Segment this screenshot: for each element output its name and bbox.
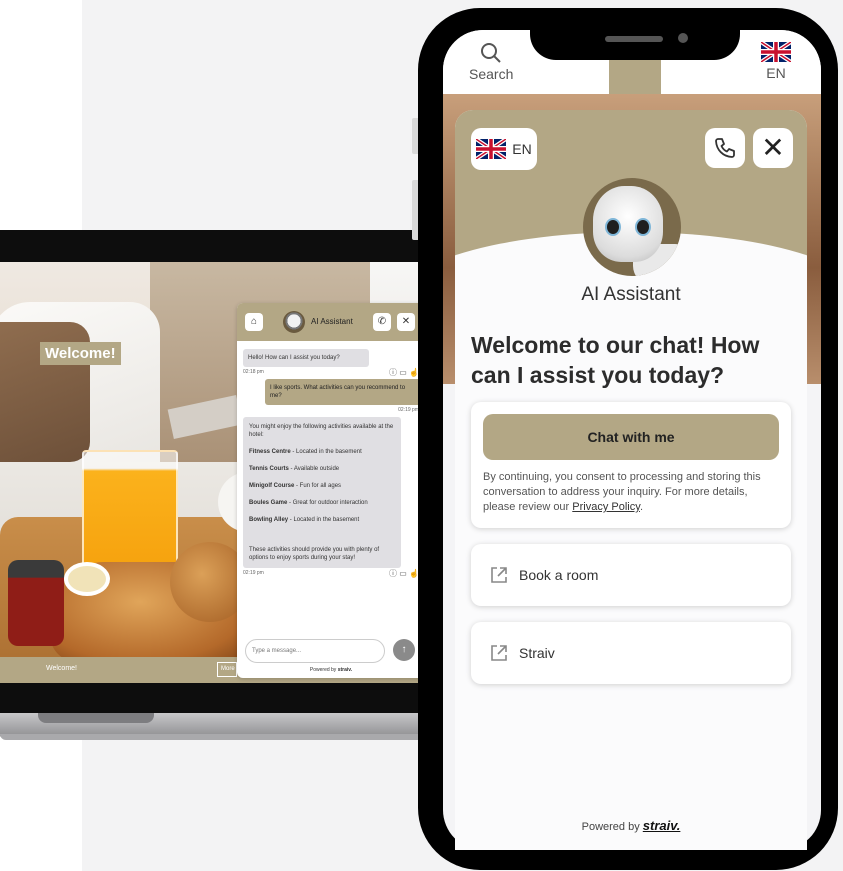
activity-name: Bowling Alley: [249, 517, 289, 523]
welcome-heading: Welcome to our chat! How can I assist yo…: [471, 332, 760, 388]
message-time: 02:19 pm: [398, 407, 419, 413]
activity-item: Fitness Centre - Located in the basement: [249, 448, 395, 456]
site-search-button[interactable]: Search: [469, 42, 513, 82]
message-time-text: 02:18 pm: [243, 369, 264, 375]
chat-welcome-modal: EN ✕ AI Assistant Welcome to our chat! H…: [455, 110, 807, 850]
activity-item: Boules Game - Great for outdoor interact…: [249, 499, 395, 507]
mini-chat-title: AI Assistant: [311, 317, 353, 326]
phone-icon: [715, 138, 735, 158]
phone-icon[interactable]: ✆: [373, 313, 391, 331]
powered-by: Powered by straiv.: [455, 818, 807, 833]
chat-start-card: Chat with me By continuing, you consent …: [471, 402, 791, 528]
search-icon: [481, 43, 501, 63]
chat-with-me-button[interactable]: Chat with me: [483, 414, 779, 460]
assistant-avatar: [583, 178, 681, 276]
close-icon: ✕: [761, 132, 785, 163]
front-camera: [678, 33, 688, 43]
privacy-policy-link[interactable]: Privacy Policy: [572, 501, 640, 513]
butter-dish: [64, 562, 110, 596]
bot-message: Hello! How can I assist you today?: [243, 349, 369, 367]
book-room-label: Book a room: [519, 567, 599, 583]
brand-logo[interactable]: straiv.: [643, 818, 681, 833]
message-time-text: 02:19 pm: [243, 570, 264, 576]
mini-chat-body: Hello! How can I assist you today? 02:18…: [237, 341, 425, 588]
home-icon[interactable]: ⌂: [245, 313, 263, 331]
list-intro: You might enjoy the following activities…: [249, 424, 394, 438]
message-time: 02:19 pm ⓘ ▭ ☝: [243, 568, 419, 579]
mini-powered-by: Powered by straiv.: [237, 667, 425, 673]
straiv-label: Straiv: [519, 645, 555, 661]
powered-by-text: Powered by: [309, 667, 337, 673]
activity-desc: - Located in the basement: [288, 517, 360, 523]
activity-name: Minigolf Course: [249, 483, 295, 489]
consent-text: By continuing, you consent to processing…: [483, 470, 781, 515]
speaker-grille: [605, 36, 663, 42]
straiv-link[interactable]: Straiv: [471, 622, 791, 684]
activity-desc: - Located in the basement: [290, 449, 362, 455]
brand-logo: straiv.: [337, 667, 353, 673]
welcome-badge: Welcome!: [40, 342, 121, 365]
powered-by-text: Powered by: [581, 821, 640, 833]
bot-activity-list: You might enjoy the following activities…: [243, 417, 401, 568]
footer-welcome-text: Welcome!: [46, 665, 77, 672]
search-label: Search: [469, 66, 514, 82]
laptop-hinge: [38, 713, 154, 723]
robot-head: [593, 186, 663, 262]
activity-item: Minigolf Course - Fun for all ages: [249, 482, 395, 490]
phone-notch: [530, 8, 740, 60]
activity-item: Bowling Alley - Located in the basement: [249, 516, 395, 524]
send-arrow-icon[interactable]: ↑: [393, 639, 415, 661]
message-time: 02:18 pm ⓘ ▭ ☝: [243, 367, 419, 378]
feedback-icons[interactable]: ⓘ ▭ ☝: [389, 568, 419, 579]
user-message: I like sports. What activities can you r…: [265, 379, 423, 405]
mini-chat-header: ⌂ AI Assistant ✆ ✕: [237, 303, 425, 341]
list-outro: These activities should provide you with…: [249, 547, 380, 561]
feedback-icons[interactable]: ⓘ ▭ ☝: [389, 367, 419, 378]
site-language-button[interactable]: EN: [759, 40, 793, 81]
activity-name: Boules Game: [249, 500, 288, 506]
uk-flag-icon: [476, 139, 507, 159]
activity-name: Fitness Centre: [249, 449, 291, 455]
activity-desc: - Available outside: [288, 466, 340, 472]
consent-end: .: [639, 501, 643, 513]
external-link-icon: [491, 567, 507, 583]
mini-assistant-avatar: [283, 311, 305, 333]
activity-name: Tennis Courts: [249, 466, 289, 472]
laptop-chat-widget: ⌂ AI Assistant ✆ ✕ Hello! How can I assi…: [237, 303, 425, 678]
language-label: EN: [512, 141, 532, 157]
language-button[interactable]: EN: [471, 128, 537, 170]
call-button[interactable]: [705, 128, 745, 168]
external-link-icon: [491, 645, 507, 661]
mini-message-input[interactable]: Type a message...: [245, 639, 385, 663]
footer-more-button[interactable]: More: [217, 662, 237, 677]
hotel-logo: [609, 54, 661, 94]
assistant-name: AI Assistant: [581, 284, 681, 305]
activity-desc: - Great for outdoor interaction: [287, 500, 368, 506]
uk-flag-icon: [759, 40, 793, 64]
activity-item: Tennis Courts - Available outside: [249, 465, 395, 473]
robot-eye: [637, 220, 649, 234]
activity-desc: - Fun for all ages: [294, 483, 342, 489]
book-room-link[interactable]: Book a room: [471, 544, 791, 606]
lang-label: EN: [766, 65, 786, 81]
jam-jar: [8, 560, 64, 646]
robot-eye: [607, 220, 619, 234]
close-icon[interactable]: ✕: [397, 313, 415, 331]
close-button[interactable]: ✕: [753, 128, 793, 168]
